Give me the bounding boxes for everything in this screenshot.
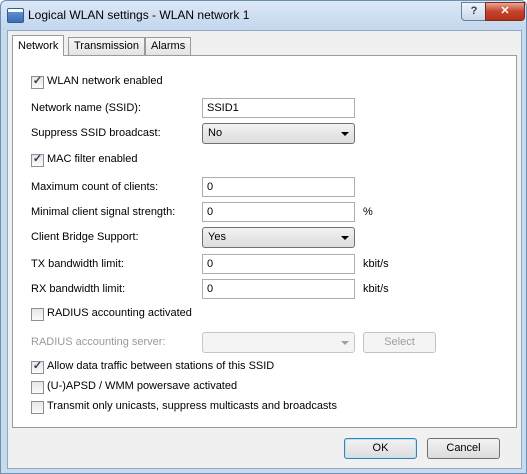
radius-accounting-checkbox[interactable] <box>31 308 44 321</box>
unicast-only-checkbox[interactable] <box>31 401 44 414</box>
suppress-ssid-label: Suppress SSID broadcast: <box>31 127 161 139</box>
max-clients-input[interactable]: 0 <box>202 177 355 197</box>
checkmark-icon: ✓ <box>32 153 43 165</box>
rx-limit-label: RX bandwidth limit: <box>31 283 126 295</box>
radius-server-dropdown[interactable] <box>202 332 355 353</box>
tab-alarms[interactable]: Alarms <box>145 37 192 55</box>
rx-limit-unit: kbit/s <box>363 283 389 295</box>
chevron-down-icon <box>341 236 349 240</box>
client-bridge-dropdown[interactable]: Yes <box>202 227 355 248</box>
min-signal-label: Minimal client signal strength: <box>31 206 176 218</box>
wlan-enabled-checkbox[interactable]: ✓ <box>31 75 44 89</box>
tx-limit-input[interactable]: 0 <box>202 254 355 274</box>
ssid-label: Network name (SSID): <box>31 102 142 114</box>
tab-transmission[interactable]: Transmission <box>68 37 145 55</box>
mac-filter-checkbox[interactable]: ✓ <box>31 153 44 167</box>
checkmark-icon: ✓ <box>32 360 43 372</box>
tx-limit-label: TX bandwidth limit: <box>31 258 124 270</box>
radius-server-label: RADIUS accounting server: <box>31 336 166 348</box>
cancel-button[interactable]: Cancel <box>427 438 500 459</box>
rx-limit-input[interactable]: 0 <box>202 279 355 299</box>
suppress-ssid-dropdown[interactable]: No <box>202 123 355 144</box>
wlan-enabled-label: WLAN network enabled <box>47 75 163 87</box>
allow-traffic-label: Allow data traffic between stations of t… <box>47 360 275 372</box>
close-button[interactable]: ✕ <box>485 2 525 21</box>
uapsd-label: (U-)APSD / WMM powersave activated <box>47 380 238 392</box>
window-title: Logical WLAN settings - WLAN network 1 <box>28 8 250 22</box>
uapsd-checkbox[interactable] <box>31 381 44 394</box>
min-signal-input[interactable]: 0 <box>202 202 355 222</box>
tx-limit-unit: kbit/s <box>363 258 389 270</box>
chevron-down-icon <box>341 132 349 136</box>
client-bridge-label: Client Bridge Support: <box>31 231 139 243</box>
mac-filter-label: MAC filter enabled <box>47 153 138 165</box>
min-signal-unit: % <box>363 206 373 218</box>
allow-traffic-checkbox[interactable]: ✓ <box>31 360 44 374</box>
dialog-window: Logical WLAN settings - WLAN network 1 ?… <box>0 0 527 474</box>
chevron-down-icon <box>341 341 349 345</box>
max-clients-label: Maximum count of clients: <box>31 181 159 193</box>
window-app-icon <box>7 8 24 23</box>
client-bridge-value: Yes <box>208 231 226 243</box>
title-bar[interactable]: Logical WLAN settings - WLAN network 1 ?… <box>1 1 526 30</box>
suppress-ssid-value: No <box>208 127 223 139</box>
network-tab-panel: ✓ WLAN network enabled Network name (SSI… <box>12 55 517 428</box>
unicast-only-label: Transmit only unicasts, suppress multica… <box>47 400 337 412</box>
ok-button[interactable]: OK <box>344 438 417 459</box>
radius-select-button[interactable]: Select <box>363 332 436 353</box>
checkmark-icon: ✓ <box>32 75 43 87</box>
dialog-body: Network Transmission Alarms ✓ WLAN netwo… <box>7 30 522 469</box>
tab-network[interactable]: Network <box>12 35 65 56</box>
ssid-input[interactable]: SSID1 <box>202 98 355 118</box>
radius-accounting-label: RADIUS accounting activated <box>47 307 192 319</box>
help-button[interactable]: ? <box>461 2 487 21</box>
